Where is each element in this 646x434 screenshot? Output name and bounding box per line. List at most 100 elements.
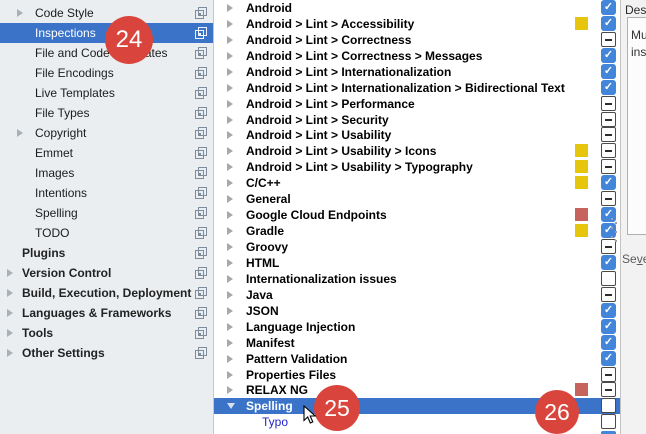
inspection-tree-row[interactable]: Android > Lint > Security: [214, 112, 621, 128]
chevron-right-icon[interactable]: [7, 269, 13, 277]
sidebar-item-code-style[interactable]: Code Style: [0, 3, 213, 23]
inspection-tree-row[interactable]: Language Injection ✓: [214, 319, 621, 335]
chevron-icon[interactable]: [227, 275, 233, 283]
inspection-checkbox[interactable]: [601, 191, 616, 206]
sidebar-item-emmet[interactable]: Emmet: [0, 143, 213, 163]
chevron-icon[interactable]: [227, 403, 235, 409]
inspection-tree-row[interactable]: Android > Lint > Correctness > Messages …: [214, 48, 621, 64]
inspection-checkbox[interactable]: ✓: [601, 175, 616, 190]
sidebar-item-plugins[interactable]: Plugins: [0, 243, 213, 263]
sidebar-item-live-templates[interactable]: Live Templates: [0, 83, 213, 103]
sidebar-item-file-encodings[interactable]: File Encodings: [0, 63, 213, 83]
sidebar-item-file-types[interactable]: File Types: [0, 103, 213, 123]
sidebar-item-images[interactable]: Images: [0, 163, 213, 183]
inspection-checkbox[interactable]: [601, 32, 616, 47]
chevron-icon[interactable]: [227, 371, 233, 379]
sidebar-item-intentions[interactable]: Intentions: [0, 183, 213, 203]
sidebar-item-tools[interactable]: Tools: [0, 323, 213, 343]
inspection-tree-row[interactable]: Google Cloud Endpoints ✓: [214, 207, 621, 223]
chevron-right-icon[interactable]: [7, 309, 13, 317]
inspection-tree-row[interactable]: Android > Lint > Usability > Typography: [214, 159, 621, 175]
callout-badge-26: 26: [535, 390, 579, 434]
chevron-right-icon[interactable]: [17, 9, 23, 17]
inspection-checkbox[interactable]: [601, 143, 616, 158]
inspection-tree-row[interactable]: Android > Lint > Correctness: [214, 32, 621, 48]
inspection-tree-row[interactable]: Android > Lint > Accessibility ✓: [214, 16, 621, 32]
inspection-checkbox[interactable]: ✓: [601, 80, 616, 95]
chevron-icon[interactable]: [227, 68, 233, 76]
inspection-tree-row[interactable]: Android ✓: [214, 0, 621, 16]
inspection-tree-row[interactable]: Android > Lint > Usability: [214, 127, 621, 143]
inspection-tree-row[interactable]: Android > Lint > Internationalization > …: [214, 80, 621, 96]
inspection-tree-row[interactable]: General: [214, 191, 621, 207]
inspection-tree-row[interactable]: HTML ✓: [214, 255, 621, 271]
inspection-checkbox[interactable]: ✓: [601, 16, 616, 31]
sidebar-item-spelling[interactable]: Spelling: [0, 203, 213, 223]
inspection-checkbox[interactable]: ✓: [601, 0, 616, 15]
chevron-icon[interactable]: [227, 211, 233, 219]
chevron-icon[interactable]: [227, 386, 233, 394]
inspection-checkbox[interactable]: [601, 287, 616, 302]
sidebar-item-copyright[interactable]: Copyright: [0, 123, 213, 143]
chevron-icon[interactable]: [227, 227, 233, 235]
inspection-checkbox[interactable]: ✓: [601, 335, 616, 350]
inspection-label: JSON: [246, 303, 279, 319]
splitter-grip[interactable]: [610, 218, 618, 246]
inspection-checkbox[interactable]: [601, 367, 616, 382]
inspection-tree-row[interactable]: Gradle ✓: [214, 223, 621, 239]
inspection-checkbox[interactable]: [601, 96, 616, 111]
chevron-icon[interactable]: [227, 291, 233, 299]
inspection-tree-row[interactable]: Pattern Validation ✓: [214, 351, 621, 367]
chevron-icon[interactable]: [227, 36, 233, 44]
inspection-checkbox[interactable]: [601, 414, 616, 429]
chevron-icon[interactable]: [227, 20, 233, 28]
inspection-checkbox[interactable]: [601, 382, 616, 397]
inspection-tree-row[interactable]: Android > Lint > Usability > Icons: [214, 143, 621, 159]
inspection-checkbox[interactable]: ✓: [601, 319, 616, 334]
inspection-checkbox[interactable]: [601, 271, 616, 286]
chevron-icon[interactable]: [227, 100, 233, 108]
sidebar-item-todo[interactable]: TODO: [0, 223, 213, 243]
sidebar-item-languages-frameworks[interactable]: Languages & Frameworks: [0, 303, 213, 323]
chevron-icon[interactable]: [227, 163, 233, 171]
chevron-icon[interactable]: [227, 307, 233, 315]
inspection-checkbox[interactable]: [601, 127, 616, 142]
chevron-icon[interactable]: [227, 243, 233, 251]
chevron-icon[interactable]: [227, 52, 233, 60]
chevron-right-icon[interactable]: [7, 289, 13, 297]
sidebar-item-other-settings[interactable]: Other Settings: [0, 343, 213, 363]
chevron-icon[interactable]: [227, 323, 233, 331]
inspection-tree-row[interactable]: Manifest ✓: [214, 335, 621, 351]
inspection-tree-row[interactable]: C/C++ ✓: [214, 175, 621, 191]
inspection-checkbox[interactable]: ✓: [601, 64, 616, 79]
sidebar-item-version-control[interactable]: Version Control: [0, 263, 213, 283]
inspection-tree-row[interactable]: Android > Lint > Performance: [214, 96, 621, 112]
inspection-tree-row[interactable]: Internationalization issues: [214, 271, 621, 287]
chevron-icon[interactable]: [227, 4, 233, 12]
chevron-icon[interactable]: [227, 116, 233, 124]
sidebar-item-build-execution-deployment[interactable]: Build, Execution, Deployment: [0, 283, 213, 303]
inspection-checkbox[interactable]: ✓: [601, 303, 616, 318]
inspection-tree-row[interactable]: Properties Files: [214, 367, 621, 383]
chevron-icon[interactable]: [227, 195, 233, 203]
inspection-checkbox[interactable]: [601, 112, 616, 127]
inspection-checkbox[interactable]: ✓: [601, 351, 616, 366]
chevron-icon[interactable]: [227, 339, 233, 347]
inspection-tree-row[interactable]: Android > Lint > Internationalization ✓: [214, 64, 621, 80]
chevron-icon[interactable]: [227, 131, 233, 139]
inspection-tree-row[interactable]: Java: [214, 287, 621, 303]
inspection-checkbox[interactable]: [601, 159, 616, 174]
inspection-checkbox[interactable]: ✓: [601, 48, 616, 63]
inspection-tree-row[interactable]: JSON ✓: [214, 303, 621, 319]
inspection-tree-row[interactable]: Groovy: [214, 239, 621, 255]
chevron-right-icon[interactable]: [7, 349, 13, 357]
chevron-icon[interactable]: [227, 179, 233, 187]
chevron-icon[interactable]: [227, 147, 233, 155]
chevron-icon[interactable]: [227, 84, 233, 92]
inspection-checkbox[interactable]: ✓: [601, 255, 616, 270]
chevron-right-icon[interactable]: [7, 329, 13, 337]
chevron-right-icon[interactable]: [17, 129, 23, 137]
chevron-icon[interactable]: [227, 259, 233, 267]
inspection-checkbox[interactable]: [601, 398, 616, 413]
chevron-icon[interactable]: [227, 355, 233, 363]
